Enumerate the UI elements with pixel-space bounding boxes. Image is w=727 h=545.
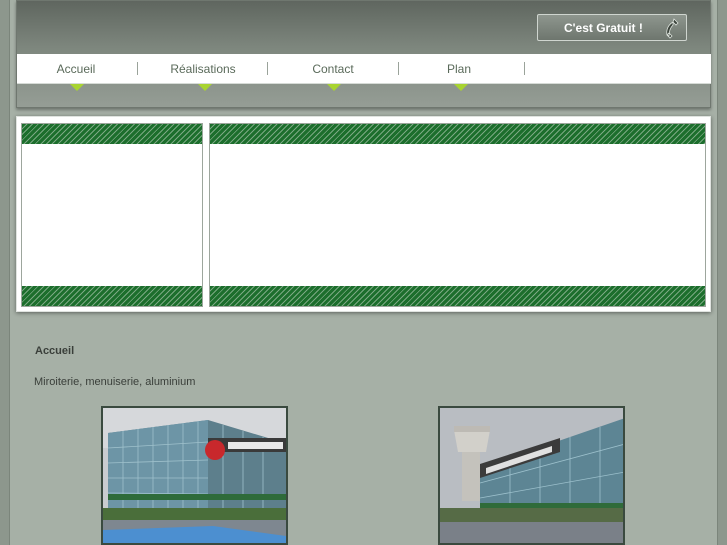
nav-arrow-accueil (70, 84, 84, 91)
phone-icon (666, 18, 679, 39)
nav-item-accueil[interactable]: Accueil (35, 54, 117, 84)
banner-panel-right (209, 123, 706, 307)
page-title: Accueil (35, 345, 75, 357)
nav-item-label: Contact (312, 62, 354, 76)
store-photo-1 (101, 406, 288, 545)
nav-item-label: Réalisations (170, 62, 236, 76)
page-frame-right (717, 0, 727, 545)
stripe-bottom (210, 286, 705, 306)
nav-separator (137, 62, 138, 75)
nav-item-realisations[interactable]: Réalisations (157, 54, 249, 84)
stripe-bottom (22, 286, 202, 306)
store-photo-2 (438, 406, 625, 545)
nav-item-plan[interactable]: Plan (419, 54, 499, 84)
page-intro-text: Miroiterie, menuiserie, aluminium (34, 376, 196, 388)
banner (16, 116, 711, 312)
nav-arrow-realisations (198, 84, 212, 91)
nav-separator (398, 62, 399, 75)
nav-arrow-contact (327, 84, 341, 91)
free-call-button[interactable]: C'est Gratuit ! (537, 14, 687, 41)
main-navigation: Accueil Réalisations Contact Plan (17, 54, 711, 84)
banner-panel-left (21, 123, 203, 307)
nav-item-label: Plan (446, 62, 472, 76)
nav-separator (267, 62, 268, 75)
nav-item-contact[interactable]: Contact (289, 54, 377, 84)
stripe-top (22, 124, 202, 144)
nav-arrow-plan (454, 84, 468, 91)
stripe-top (210, 124, 705, 144)
page-frame-left (0, 0, 10, 545)
free-call-label: C'est Gratuit ! (564, 20, 643, 35)
nav-separator (524, 62, 525, 75)
nav-item-label: Accueil (56, 62, 96, 76)
